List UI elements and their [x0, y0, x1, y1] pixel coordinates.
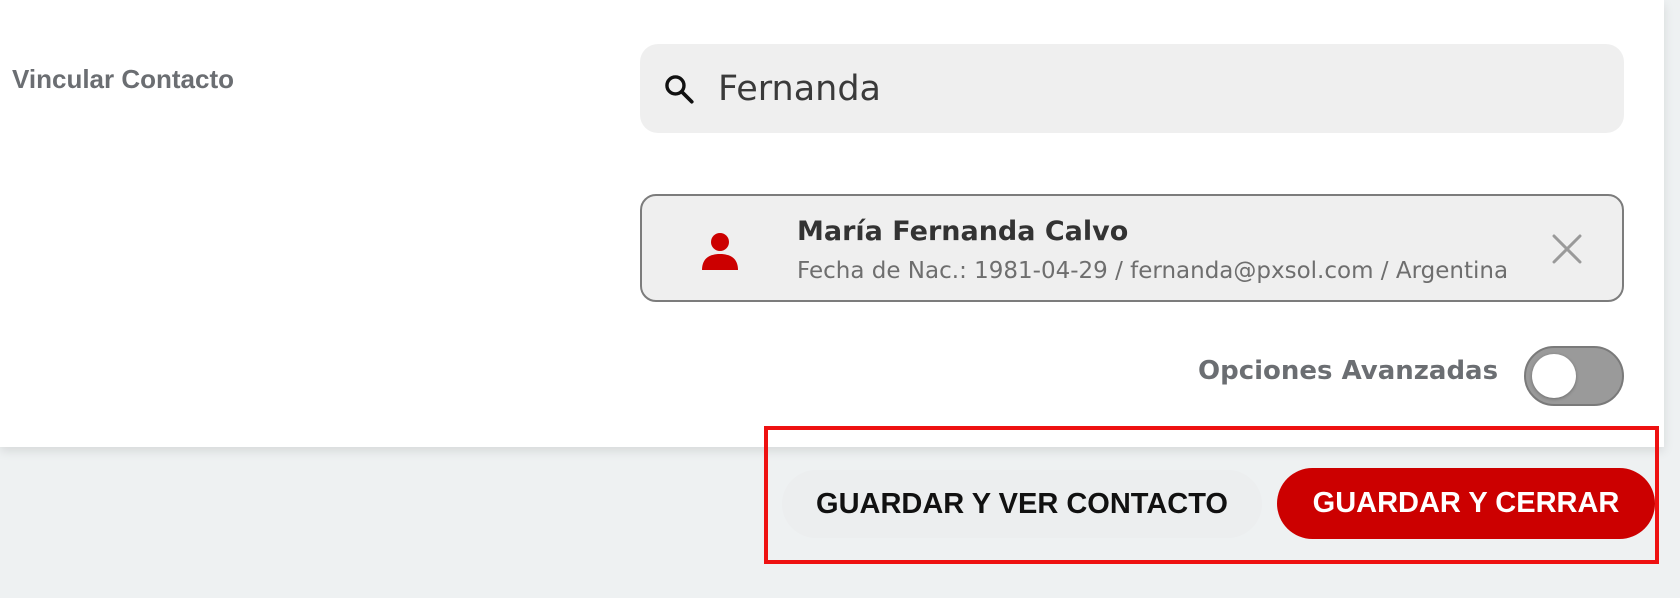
search-input[interactable]: [718, 68, 1578, 109]
save-and-close-button[interactable]: GUARDAR Y CERRAR: [1277, 468, 1655, 539]
search-icon: [662, 70, 700, 108]
contact-name: María Fernanda Calvo: [797, 216, 1129, 247]
toggle-knob: [1532, 354, 1576, 398]
close-icon[interactable]: [1548, 230, 1586, 268]
advanced-options-toggle[interactable]: [1524, 346, 1624, 406]
selected-contact-card: María Fernanda Calvo Fecha de Nac.: 1981…: [640, 194, 1624, 302]
save-and-view-contact-button[interactable]: GUARDAR Y VER CONTACTO: [782, 470, 1262, 538]
search-field[interactable]: [640, 44, 1624, 133]
link-contact-label: Vincular Contacto: [12, 64, 235, 94]
advanced-options-label: Opciones Avanzadas: [1198, 356, 1499, 386]
form-card: Vincular Contacto María Fernanda Calvo F…: [0, 0, 1664, 447]
contact-details: Fecha de Nac.: 1981-04-29 / fernanda@pxs…: [797, 258, 1509, 284]
person-icon: [702, 232, 738, 270]
